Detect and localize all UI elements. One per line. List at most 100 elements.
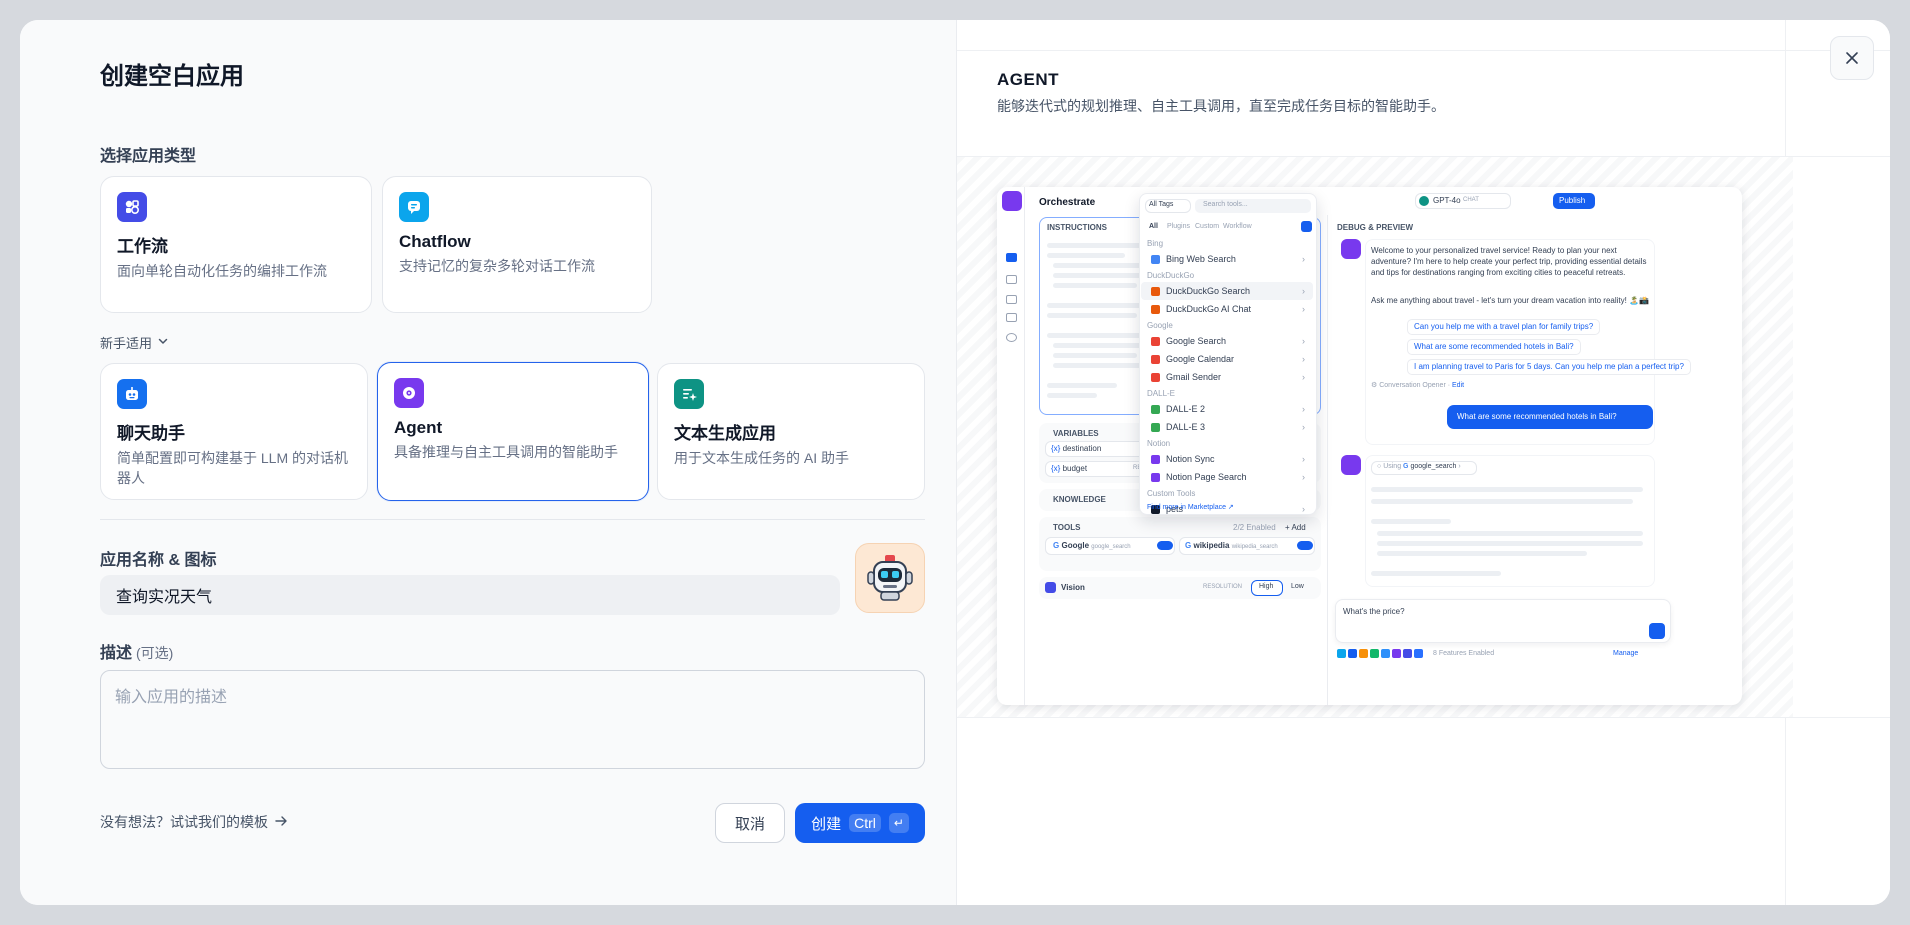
mock-skeleton (1053, 363, 1149, 368)
mock-tool-2: G wikipedia wikipedia_search (1185, 541, 1278, 550)
create-form-panel: 创建空白应用 选择应用类型 工作流 面向单轮自动化任务的编排工作流 Chatfl… (20, 20, 956, 905)
mock-tool-item-label: Notion Sync (1166, 454, 1215, 464)
mock-manage: Manage (1613, 650, 1639, 657)
ctrl-key-badge: Ctrl (849, 814, 881, 832)
name-icon-label: 应用名称 & 图标 (100, 552, 217, 569)
mock-tool-1-name: Google (1061, 541, 1090, 550)
mock-tool-item-icon (1151, 472, 1160, 482)
preview-heading: AGENT (997, 70, 1059, 89)
mock-using-label: Using (1383, 463, 1402, 470)
description-textarea[interactable] (100, 670, 925, 769)
mock-skeleton (1053, 343, 1143, 348)
beginner-toggle[interactable]: 新手适用 (100, 333, 170, 352)
create-button[interactable]: 创建 Ctrl ↵ (795, 803, 925, 843)
app-type-card-text-generation[interactable]: 文本生成应用 用于文本生成任务的 AI 助手 (657, 363, 925, 500)
mock-tool-item-icon (1151, 454, 1160, 464)
mock-tool-item-label: DALL-E 3 (1166, 422, 1206, 432)
mock-suggestion: I am planning travel to Paris for 5 days… (1407, 359, 1691, 375)
mock-opener-label: Conversation Opener (1379, 382, 1446, 389)
mock-suggestion: Can you help me with a travel plan for f… (1407, 319, 1601, 335)
mock-filter-plugins: Plugins (1167, 223, 1190, 230)
chatflow-icon (399, 192, 429, 222)
mock-skeleton (1053, 273, 1149, 278)
mock-feature-icon (1403, 649, 1412, 658)
mock-tool-item: Bing Web Search › (1141, 250, 1313, 268)
mock-suggestion: What are some recommended hotels in Bali… (1407, 339, 1581, 355)
mock-tool-item-label: DuckDuckGo AI Chat (1166, 304, 1252, 314)
mock-debug-title: DEBUG & PREVIEW (1337, 223, 1414, 232)
mock-skeleton (1053, 283, 1137, 288)
arrow-right-icon (274, 814, 288, 831)
app-name-input[interactable]: 查询实况天气 (100, 575, 840, 615)
mock-filter-workflow: Workflow (1223, 223, 1252, 230)
mock-tool-item-label: Bing Web Search (1166, 254, 1236, 264)
mock-tools-count: 2/2 Enabled (1233, 523, 1276, 532)
mock-tool-group-head: Custom Tools (1147, 489, 1196, 498)
mock-rail-icon (1006, 333, 1017, 342)
mock-tool-1: G Google google_search (1053, 541, 1131, 550)
mock-var-1: {x} destination (1051, 444, 1102, 453)
mock-tool-item-label: Notion Page Search (1166, 472, 1247, 482)
agent-preview-image: Orchestrate INSTRUCTIONS VARIABLES {x} d… (997, 187, 1742, 705)
chevron-right-icon: › (1302, 404, 1305, 414)
beginner-label: 新手适用 (100, 336, 153, 351)
cancel-button[interactable]: 取消 (715, 803, 785, 843)
mock-tool-item: DuckDuckGo Search › (1141, 282, 1313, 300)
mock-tool-item-icon (1151, 404, 1160, 414)
chevron-right-icon: › (1302, 354, 1305, 364)
card-desc: 支持记忆的复杂多轮对话工作流 (399, 258, 595, 274)
mock-using: ○ Using G google_search › (1377, 463, 1461, 470)
card-desc: 简单配置即可构建基于 LLM 的对话机器人 (117, 450, 349, 486)
mock-skeleton (1047, 303, 1143, 308)
app-type-card-chatflow[interactable]: Chatflow 支持记忆的复杂多轮对话工作流 (382, 176, 652, 313)
mock-rail-icon (1006, 253, 1017, 262)
create-label: 创建 (811, 815, 842, 833)
mock-tool-item-label: Google Calendar (1166, 354, 1235, 364)
mock-welcome-text: Welcome to your personalized travel serv… (1371, 246, 1647, 277)
mock-tool-group-head: Bing (1147, 239, 1164, 248)
preview-panel: AGENT 能够迭代式的规划推理、自主工具调用，直至完成任务目标的智能助手。 O… (956, 20, 1890, 905)
mock-tool-item: DALL-E 2 › (1141, 400, 1313, 418)
app-type-card-agent[interactable]: Agent 具备推理与自主工具调用的智能助手 (377, 362, 649, 501)
description-label: 描述 (可选) (100, 639, 173, 663)
chevron-down-icon (156, 334, 170, 351)
mock-rail-icon (1006, 313, 1017, 322)
card-desc: 用于文本生成任务的 AI 助手 (674, 450, 850, 466)
mock-bot-avatar (1341, 239, 1361, 259)
mock-tool-group-head: Notion (1147, 439, 1171, 448)
mock-tool-item: Notion Page Search › (1141, 468, 1313, 486)
mock-feature-icon (1348, 649, 1357, 658)
mock-agent-icon (1002, 191, 1022, 211)
chevron-right-icon: › (1302, 254, 1305, 264)
mock-skeleton (1053, 353, 1137, 358)
chevron-right-icon: › (1302, 472, 1305, 482)
create-app-modal: 创建空白应用 选择应用类型 工作流 面向单轮自动化任务的编排工作流 Chatfl… (20, 20, 1890, 905)
mock-resolution-label: RESOLUTION (1203, 584, 1243, 590)
mock-tool-2-id: wikipedia_search (1231, 544, 1278, 550)
card-name: Chatflow (399, 232, 471, 251)
mock-tool-item: DuckDuckGo AI Chat › (1141, 300, 1313, 318)
mock-input-text: What's the price? (1343, 607, 1405, 616)
workflow-icon (117, 192, 147, 222)
template-link[interactable]: 没有想法？试试我们的模板 (100, 812, 288, 832)
chevron-right-icon: › (1302, 336, 1305, 346)
card-desc: 面向单轮自动化任务的编排工作流 (117, 263, 327, 279)
mock-user-text: What are some recommended hotels in Bali… (1457, 412, 1617, 421)
mock-model-icon (1419, 196, 1429, 206)
grid-line (957, 717, 1890, 718)
mock-tool-2-name: wikipedia (1193, 541, 1230, 550)
mock-skeleton (1377, 541, 1643, 546)
robot-avatar-icon (867, 555, 913, 601)
mock-feature-icon (1381, 649, 1390, 658)
app-type-card-workflow[interactable]: 工作流 面向单轮自动化任务的编排工作流 (100, 176, 372, 313)
mock-rail-icon (1006, 275, 1017, 284)
mock-tool-item-label: Google Search (1166, 336, 1227, 346)
optional-tag: (可选) (136, 645, 174, 661)
app-icon-picker[interactable] (855, 543, 925, 613)
mock-toggle (1157, 541, 1173, 550)
mock-tool-item-icon (1151, 286, 1160, 296)
app-type-card-chatbot[interactable]: 聊天助手 简单配置即可构建基于 LLM 的对话机器人 (100, 363, 368, 500)
mock-model-tag: CHAT (1463, 197, 1479, 203)
close-button[interactable] (1830, 36, 1874, 80)
mock-find-more: Find more in Marketplace ↗ (1147, 504, 1234, 511)
